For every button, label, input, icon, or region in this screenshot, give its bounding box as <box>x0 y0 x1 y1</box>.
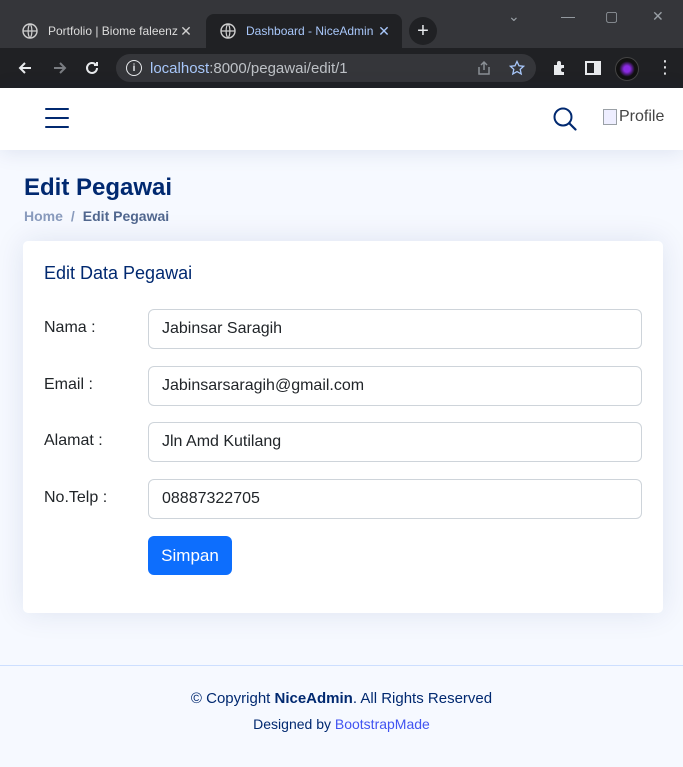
profile-alt-text: Profile <box>619 108 665 125</box>
field-label: Alamat : <box>44 432 103 449</box>
new-tab-button[interactable]: + <box>409 17 437 45</box>
site-info-icon[interactable]: i <box>126 60 142 76</box>
form-row-nama: Nama : Jabinsar Saragih <box>44 309 642 349</box>
page: Profile Edit Pegawai Home / Edit Pegawai… <box>0 88 683 767</box>
tab-portfolio[interactable]: Portfolio | Biome faleenz ✕ <box>8 14 204 48</box>
breadcrumb-separator: / <box>70 208 75 224</box>
browser-menu-icon[interactable]: ⋮ <box>656 58 674 76</box>
bookmark-star-icon[interactable] <box>509 60 525 76</box>
app-header: Profile <box>0 88 683 150</box>
share-icon[interactable] <box>476 60 492 76</box>
broken-image-icon <box>603 109 617 125</box>
copyright: © Copyright NiceAdmin. All Rights Reserv… <box>0 690 683 707</box>
maximize-icon[interactable]: ▢ <box>605 8 618 25</box>
save-button[interactable]: Simpan <box>148 536 232 575</box>
tab-title: Dashboard - NiceAdmin <box>246 24 374 38</box>
close-tab-icon[interactable]: ✕ <box>376 23 392 40</box>
reload-icon[interactable] <box>82 58 102 78</box>
back-icon[interactable] <box>15 58 35 78</box>
globe-icon <box>220 23 236 39</box>
designed-by-text: Designed by <box>253 716 335 732</box>
close-tab-icon[interactable]: ✕ <box>178 23 194 40</box>
browser-profile-avatar[interactable] <box>615 57 639 81</box>
email-input[interactable]: Jabinsarsaragih@gmail.com <box>148 366 642 406</box>
telp-input[interactable]: 08887322705 <box>148 479 642 519</box>
close-window-icon[interactable]: ✕ <box>652 8 664 25</box>
field-label: Email : <box>44 376 93 393</box>
breadcrumb: Home / Edit Pegawai <box>24 208 172 224</box>
page-title: Edit Pegawai <box>24 174 173 201</box>
alamat-input[interactable]: Jln Amd Kutilang <box>148 422 642 462</box>
toggle-sidebar-icon[interactable] <box>45 108 69 128</box>
page-title-section: Edit Pegawai Home / Edit Pegawai <box>24 174 172 224</box>
browser-toolbar: i localhost:8000/pegawai/edit/1 ⋮ <box>0 48 683 88</box>
url-path: :8000/pegawai/edit/1 <box>209 59 348 77</box>
globe-icon <box>22 23 38 39</box>
url-host: localhost <box>150 59 210 77</box>
tab-title: Portfolio | Biome faleenz <box>48 24 178 38</box>
tab-search-icon[interactable]: ⌄ <box>508 8 520 25</box>
footer: © Copyright NiceAdmin. All Rights Reserv… <box>0 665 683 767</box>
copyright-prefix: © Copyright <box>190 690 275 707</box>
address-bar[interactable]: i localhost:8000/pegawai/edit/1 <box>116 54 536 82</box>
profile-avatar[interactable]: Profile <box>603 108 664 126</box>
credits: Designed by BootstrapMade <box>0 716 683 732</box>
card-title: Edit Data Pegawai <box>44 263 193 283</box>
tab-dashboard[interactable]: Dashboard - NiceAdmin ✕ <box>206 14 402 48</box>
tab-strip: Portfolio | Biome faleenz ✕ Dashboard - … <box>0 0 683 48</box>
extensions-icon[interactable] <box>551 59 569 77</box>
forward-icon[interactable] <box>50 58 70 78</box>
minimize-icon[interactable]: — <box>561 8 575 24</box>
brand-name: NiceAdmin <box>274 690 353 707</box>
field-label: No.Telp : <box>44 489 108 506</box>
form-row-alamat: Alamat : Jln Amd Kutilang <box>44 422 642 462</box>
edit-form-card: Edit Data Pegawai Nama : Jabinsar Saragi… <box>23 241 663 613</box>
breadcrumb-current: Edit Pegawai <box>82 208 170 224</box>
side-panel-icon[interactable] <box>584 59 602 77</box>
browser-chrome: Portfolio | Biome faleenz ✕ Dashboard - … <box>0 0 683 88</box>
form-row-email: Email : Jabinsarsaragih@gmail.com <box>44 366 642 406</box>
field-label: Nama : <box>44 319 96 336</box>
form-row-telp: No.Telp : 08887322705 <box>44 479 642 519</box>
search-icon[interactable] <box>552 106 578 132</box>
breadcrumb-home[interactable]: Home <box>24 208 63 224</box>
nama-input[interactable]: Jabinsar Saragih <box>148 309 642 349</box>
designer-link[interactable]: BootstrapMade <box>335 716 430 732</box>
copyright-suffix: . All Rights Reserved <box>352 690 493 707</box>
